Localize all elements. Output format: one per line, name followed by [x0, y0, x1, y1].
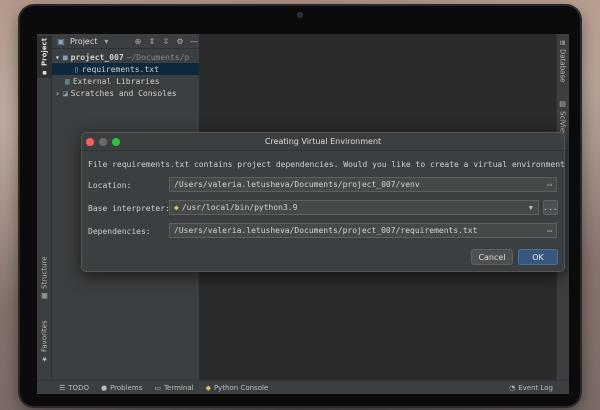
gear-icon[interactable]: ⚙	[175, 37, 185, 46]
maximize-icon[interactable]	[112, 138, 120, 146]
tab-project[interactable]: ▪ Project	[37, 36, 52, 78]
tree-item-scratches[interactable]: › ◪ Scratches and Consoles	[52, 87, 199, 99]
ok-button[interactable]: OK	[518, 249, 558, 265]
create-venv-dialog: Creating Virtual Environment File requir…	[81, 132, 569, 272]
terminal-button[interactable]: ▭ Terminal	[154, 384, 193, 392]
dependencies-field[interactable]: /Users/valeria.letusheva/Documents/proje…	[169, 223, 557, 238]
browse-folder-icon[interactable]: ▭	[547, 180, 552, 189]
location-label: Location:	[88, 181, 132, 190]
collapse-all-icon[interactable]: ⇳	[161, 37, 171, 46]
list-icon: ☰	[59, 383, 66, 392]
cancel-button[interactable]: Cancel	[471, 249, 513, 265]
sciview-icon: ▤	[558, 100, 567, 108]
tab-favorites[interactable]: ★ Favorites	[37, 316, 52, 368]
chevron-down-icon[interactable]: ▾	[55, 53, 60, 62]
close-icon[interactable]	[86, 138, 94, 146]
browse-interpreter-button[interactable]: ...	[543, 200, 558, 215]
tab-structure[interactable]: ▦ Structure	[37, 252, 52, 304]
tree-item-requirements[interactable]: ▯ requirements.txt	[52, 63, 199, 75]
minimize-icon[interactable]	[99, 138, 107, 146]
browse-folder-icon[interactable]: ▭	[547, 226, 552, 235]
chevron-down-icon[interactable]: ▾	[101, 37, 111, 46]
star-icon: ★	[40, 355, 49, 364]
chevron-right-icon[interactable]: ›	[55, 89, 60, 98]
chevron-down-icon[interactable]: ▼	[529, 204, 533, 212]
dialog-message: File requirements.txt contains project d…	[88, 160, 569, 169]
tree-item-external-libraries[interactable]: ▥ External Libraries	[52, 75, 199, 87]
location-field[interactable]: /Users/valeria.letusheva/Documents/proje…	[169, 177, 557, 192]
folder-icon: ■	[62, 52, 68, 62]
folder-icon: ▪	[40, 68, 49, 77]
text-file-icon: ▯	[74, 64, 79, 74]
minimize-icon[interactable]: —	[189, 37, 199, 46]
window-controls	[86, 138, 120, 146]
problems-button[interactable]: ● Problems	[101, 384, 142, 392]
scratches-icon: ◪	[62, 88, 68, 98]
tree-item-project[interactable]: ▾ ■ project_007 ~/Documents/p	[52, 51, 199, 63]
terminal-icon: ▭	[154, 383, 161, 392]
project-panel-header: ▣ Project ▾ ⊕ ⇕ ⇳ ⚙ —	[52, 34, 199, 49]
library-icon: ▥	[65, 76, 70, 86]
interpreter-label: Base interpreter:	[88, 204, 170, 213]
project-view-dropdown[interactable]: Project	[70, 37, 97, 46]
event-log-icon: ◔	[509, 383, 516, 392]
left-tool-strip: ▪ Project ▦ Structure ★ Favorites	[37, 34, 52, 380]
dialog-title-bar: Creating Virtual Environment	[82, 133, 564, 151]
event-log-button[interactable]: ◔ Event Log	[509, 384, 553, 392]
database-icon: ≣	[558, 40, 567, 46]
dialog-title: Creating Virtual Environment	[264, 137, 382, 146]
project-view-icon: ▣	[57, 36, 65, 46]
dependencies-label: Dependencies:	[88, 227, 151, 236]
python-icon: ◆	[174, 203, 179, 212]
tab-database[interactable]: ≣ Database	[556, 40, 569, 90]
ide-screen: ▪ Project ▦ Structure ★ Favorites ▣ Proj…	[37, 34, 569, 394]
laptop-frame: ▪ Project ▦ Structure ★ Favorites ▣ Proj…	[20, 6, 580, 406]
expand-all-icon[interactable]: ⇕	[147, 37, 157, 46]
interpreter-select[interactable]: ◆ /usr/local/bin/python3.9 ▼	[169, 200, 539, 215]
camera-dot	[297, 12, 303, 18]
structure-icon: ▦	[40, 291, 49, 300]
info-icon: ●	[100, 383, 108, 392]
python-console-button[interactable]: ◆ Python Console	[206, 384, 269, 392]
python-icon: ◆	[205, 383, 211, 392]
locate-icon[interactable]: ⊕	[133, 37, 143, 46]
bottom-tool-bar: ☰ TODO ● Problems ▭ Terminal ◆ Python Co…	[37, 380, 569, 394]
todo-button[interactable]: ☰ TODO	[59, 384, 89, 392]
